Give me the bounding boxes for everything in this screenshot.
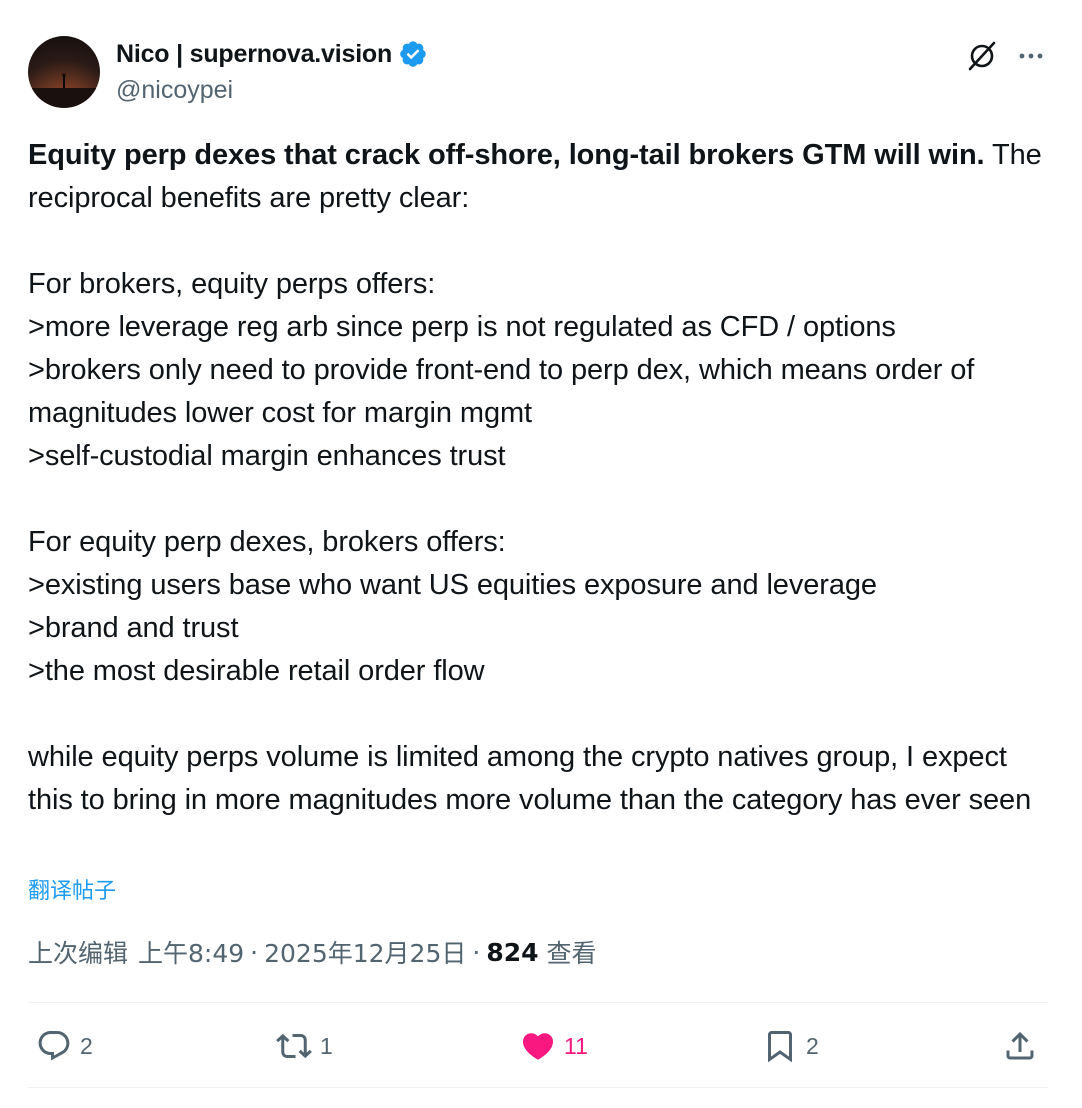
- tweet-body: The reciprocal benefits are pretty clear…: [28, 139, 1042, 816]
- tweet-card: Nico | supernova.vision @nicoypei Equity…: [0, 0, 1082, 1108]
- post-date[interactable]: 2025年12月25日: [264, 934, 466, 970]
- divider: [28, 1002, 1048, 1003]
- more-options-icon[interactable]: [1015, 40, 1047, 72]
- meta-dot: ·: [250, 937, 259, 967]
- divider: [28, 1087, 1048, 1088]
- bookmark-button[interactable]: 2: [762, 1026, 819, 1066]
- views-label: 查看: [546, 939, 597, 968]
- grok-icon[interactable]: [966, 40, 998, 72]
- author-name-row[interactable]: Nico | supernova.vision: [116, 38, 428, 70]
- reply-icon: [38, 1031, 70, 1061]
- like-button[interactable]: 11: [520, 1026, 588, 1066]
- tweet-bold-lead: Equity perp dexes that crack off-shore, …: [28, 139, 985, 171]
- share-icon: [1006, 1031, 1034, 1060]
- retweet-button[interactable]: 1: [276, 1026, 333, 1066]
- translate-post-link[interactable]: 翻译帖子: [28, 873, 116, 905]
- tweet-meta: 上次编辑 上午8:49 · 2025年12月25日 · 824 查看: [28, 934, 597, 970]
- person-silhouette-icon: [28, 73, 100, 108]
- bookmark-icon: [768, 1031, 792, 1063]
- bookmark-count: 2: [806, 1032, 819, 1059]
- verified-badge-icon: [398, 39, 428, 69]
- share-button[interactable]: [1002, 1026, 1038, 1066]
- like-count: 11: [564, 1032, 588, 1059]
- reply-count: 2: [80, 1032, 93, 1059]
- retweet-count: 1: [320, 1032, 333, 1059]
- tweet-text: Equity perp dexes that crack off-shore, …: [28, 134, 1058, 822]
- edited-label[interactable]: 上次编辑: [28, 934, 128, 970]
- meta-dot: ·: [472, 937, 481, 967]
- author-handle[interactable]: @nicoypei: [116, 76, 233, 105]
- retweet-icon: [276, 1033, 312, 1059]
- avatar[interactable]: [28, 36, 100, 108]
- heart-icon: [522, 1033, 554, 1060]
- author-display-name[interactable]: Nico | supernova.vision: [116, 40, 392, 69]
- post-time[interactable]: 上午8:49: [138, 934, 244, 970]
- views-count: 824: [486, 937, 539, 967]
- reply-button[interactable]: 2: [36, 1026, 93, 1066]
